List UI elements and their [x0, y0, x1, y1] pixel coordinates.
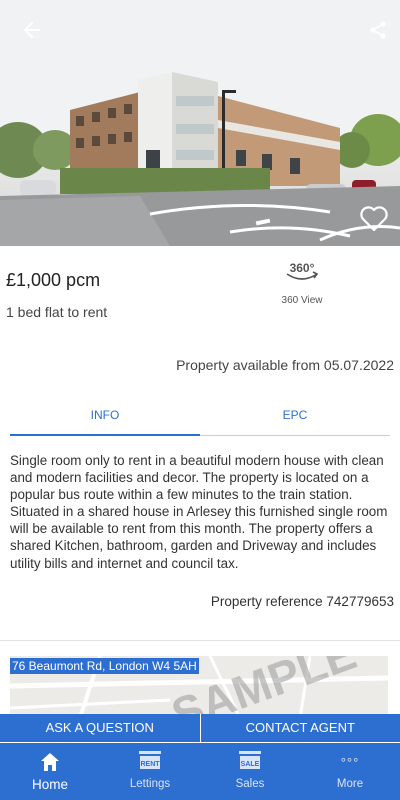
- nav-more[interactable]: °°° More: [300, 743, 400, 800]
- rent-sign-text: RENT: [140, 761, 160, 768]
- nav-home-label: Home: [31, 777, 68, 792]
- rent-sign-icon: RENT: [139, 751, 161, 769]
- info-tabs: INFO EPC: [10, 402, 390, 436]
- nav-home[interactable]: Home: [0, 743, 100, 800]
- nav-lettings-label: Lettings: [129, 778, 171, 790]
- more-dots-icon: °°°: [340, 754, 360, 770]
- map-address-label: 76 Beaumont Rd, London W4 5AH: [10, 658, 199, 674]
- tab-info[interactable]: INFO: [10, 402, 200, 436]
- nav-lettings[interactable]: RENT Lettings: [100, 743, 200, 800]
- favorite-heart-icon[interactable]: [358, 202, 390, 234]
- nav-sales-label: Sales: [235, 778, 265, 790]
- bottom-nav: Home RENT Lettings SALE Sales °°° More: [0, 743, 400, 800]
- property-reference: Property reference 742779653: [210, 594, 394, 609]
- property-photo[interactable]: [0, 0, 400, 246]
- home-icon: [41, 753, 59, 771]
- listing-type: 1 bed flat to rent: [6, 304, 108, 320]
- section-divider: [0, 640, 400, 641]
- nav-more-label: More: [336, 778, 364, 790]
- action-bar: ASK A QUESTION CONTACT AGENT: [0, 714, 400, 742]
- tab-epc[interactable]: EPC: [200, 402, 390, 435]
- view-360-icon: 360°: [286, 261, 319, 280]
- listing-price: £1,000 pcm: [6, 270, 101, 290]
- ask-question-button[interactable]: ASK A QUESTION: [0, 714, 200, 742]
- share-button[interactable]: [362, 14, 394, 46]
- back-button[interactable]: [16, 14, 48, 46]
- sale-sign-icon: SALE: [239, 751, 261, 769]
- arrow-left-icon: [24, 22, 40, 38]
- nav-sales[interactable]: SALE Sales: [200, 743, 300, 800]
- view-360-button[interactable]: 360° 360 View: [272, 258, 332, 306]
- property-description: Single room only to rent in a beautiful …: [10, 453, 388, 571]
- contact-agent-button[interactable]: CONTACT AGENT: [199, 714, 400, 742]
- view-360-badge: 360°: [290, 261, 315, 275]
- view-360-label: 360 View: [281, 295, 323, 306]
- sale-sign-text: SALE: [241, 761, 260, 768]
- location-map[interactable]: SAMPLE 76 Beaumont Rd, London W4 5AH: [10, 656, 388, 718]
- availability-date: Property available from 05.07.2022: [176, 357, 394, 373]
- property-photo-scene: [0, 0, 400, 246]
- share-icon: [370, 21, 386, 39]
